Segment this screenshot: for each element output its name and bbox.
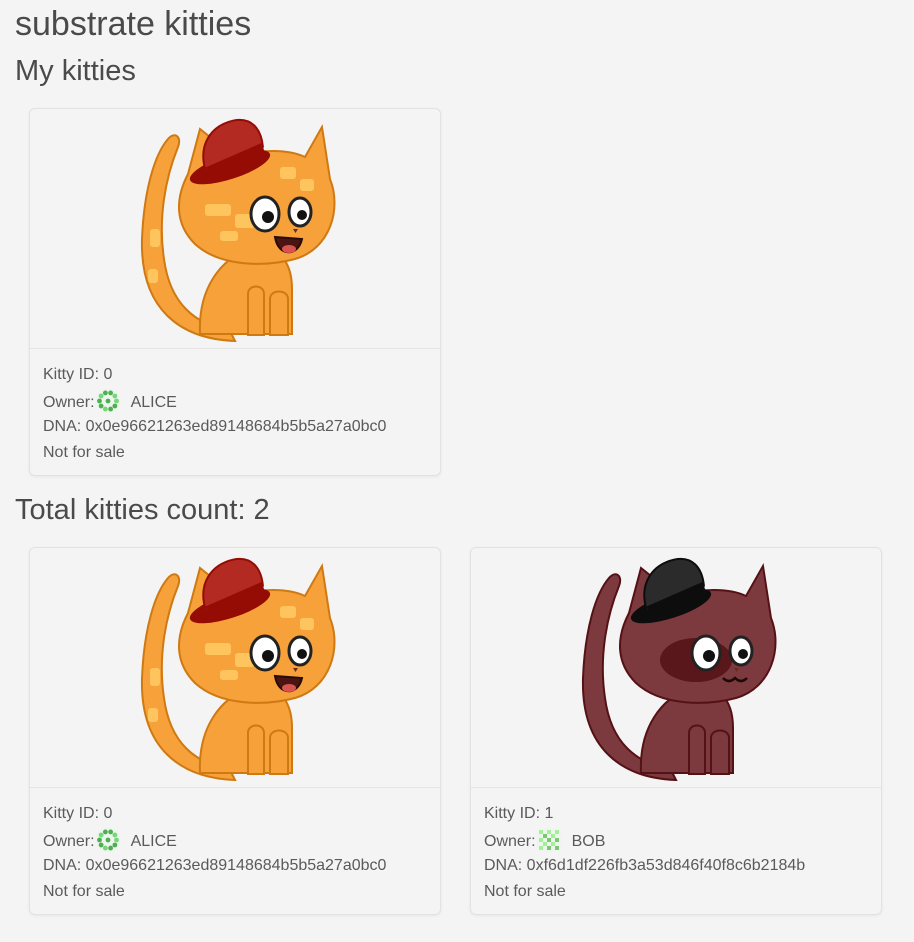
app-title: substrate kitties [15, 5, 252, 43]
kitty-image [30, 548, 440, 788]
owner-name: BOB [571, 833, 606, 850]
owner-label: Owner: [484, 833, 536, 850]
owner-name: ALICE [130, 833, 177, 850]
kitties-page: substrate kitties My kitties Kitty ID: 0… [0, 0, 914, 942]
kitty-card[interactable]: Kitty ID: 0 Owner: ALICE DNA: 0x0e966212… [29, 108, 441, 476]
kitty-dna: DNA: 0xf6d1df226fb3a53d846f40f8c6b2184b [484, 857, 806, 874]
total-kitties-heading: Total kitties count: 2 [15, 494, 270, 526]
kitty-id: Kitty ID: 1 [484, 805, 554, 822]
kitty-card[interactable]: Kitty ID: 0 Owner: ALICE DNA: 0x0e966212… [29, 547, 441, 915]
sale-status: Not for sale [484, 883, 566, 900]
kitty-card[interactable]: Kitty ID: 1 Owner: BOB DNA: 0xf6d1df226f… [470, 547, 882, 915]
my-kitties-heading: My kitties [15, 55, 136, 87]
owner-label: Owner: [43, 394, 95, 411]
sale-status: Not for sale [43, 883, 125, 900]
kitty-dna: DNA: 0x0e96621263ed89148684b5b5a27a0bc0 [43, 418, 387, 435]
maroon-cat-with-black-hat-image [581, 557, 777, 782]
kitty-image [471, 548, 881, 788]
kitty-image [30, 109, 440, 349]
kitty-id: Kitty ID: 0 [43, 366, 113, 383]
kitty-owner: Owner: ALICE [43, 827, 433, 855]
kitty-owner: Owner: ALICE [43, 388, 433, 416]
owner-label: Owner: [43, 833, 95, 850]
owner-name: ALICE [130, 394, 177, 411]
kitty-id: Kitty ID: 0 [43, 805, 113, 822]
orange-cat-with-red-hat-image [140, 118, 336, 343]
kitty-dna: DNA: 0x0e96621263ed89148684b5b5a27a0bc0 [43, 857, 387, 874]
identicon-avatar[interactable] [536, 827, 562, 853]
kitty-owner: Owner: BOB [484, 827, 874, 855]
identicon-avatar[interactable] [95, 827, 121, 853]
sale-status: Not for sale [43, 444, 125, 461]
identicon-avatar[interactable] [95, 388, 121, 414]
orange-cat-with-red-hat-image [140, 557, 336, 782]
